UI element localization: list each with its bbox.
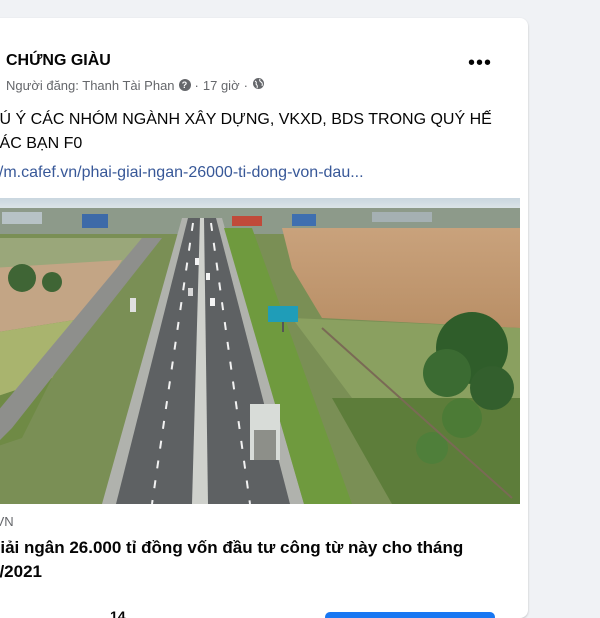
post-time[interactable]: 17 giờ bbox=[203, 78, 240, 93]
more-options-button[interactable]: ••• bbox=[468, 53, 492, 73]
poster-label[interactable]: Người đăng: Thanh Tài Phan bbox=[6, 78, 175, 93]
post-link[interactable]: ://m.cafef.vn/phai-giai-ngan-26000-ti-do… bbox=[0, 164, 364, 182]
meta-separator: · bbox=[194, 77, 199, 93]
highway-aerial-image bbox=[0, 198, 520, 504]
link-preview-domain[interactable]: .VN bbox=[0, 514, 14, 529]
post-meta: Người đăng: Thanh Tài Phan ? · 17 giờ · bbox=[6, 77, 265, 93]
info-icon: ? bbox=[178, 79, 191, 91]
road-sign bbox=[268, 306, 298, 322]
post-photo[interactable] bbox=[0, 198, 520, 504]
globe-icon bbox=[252, 77, 265, 93]
reaction-count[interactable]: 14 bbox=[110, 608, 126, 618]
post-text: HÚ Ý CÁC NHÓM NGÀNH XÂY DỰNG, VKXD, BDS … bbox=[0, 111, 492, 152]
post-card: CHỨNG GIÀU Người đăng: Thanh Tài Phan ? … bbox=[0, 18, 528, 618]
link-preview-title[interactable]: giải ngân 26.000 tỉ đồng vốn đầu tư công… bbox=[0, 536, 510, 584]
page-name[interactable]: CHỨNG GIÀU bbox=[6, 52, 111, 70]
meta-separator-2: · bbox=[243, 77, 248, 93]
action-button[interactable] bbox=[325, 612, 495, 618]
